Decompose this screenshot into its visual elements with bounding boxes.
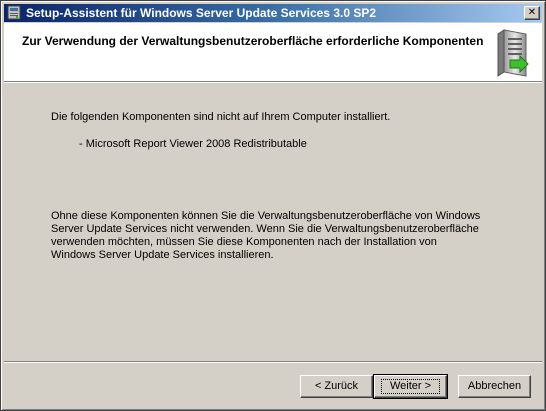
warning-text: Ohne diese Komponenten können Sie die Ve… [51, 210, 481, 261]
setup-wizard-window: Setup-Assistent für Windows Server Updat… [0, 0, 546, 411]
cancel-button[interactable]: Abbrechen [458, 375, 531, 398]
setup-app-icon [7, 5, 21, 20]
next-button-label: Weiter > [380, 379, 441, 394]
title-bar[interactable]: Setup-Assistent für Windows Server Updat… [4, 4, 542, 22]
close-button[interactable]: ✕ [524, 6, 540, 20]
intro-text: Die folgenden Komponenten sind nicht auf… [51, 111, 391, 123]
missing-component-item: - Microsoft Report Viewer 2008 Redistrib… [79, 138, 307, 150]
close-icon: ✕ [527, 7, 537, 18]
page-title: Zur Verwendung der Verwaltungsbenutzerob… [22, 34, 484, 48]
next-button[interactable]: Weiter > [373, 374, 448, 399]
header-divider [4, 81, 542, 83]
back-button[interactable]: < Zurück [300, 375, 373, 398]
footer-divider [4, 361, 542, 363]
wizard-header: Zur Verwendung der Verwaltungsbenutzerob… [4, 23, 542, 81]
window-title: Setup-Assistent für Windows Server Updat… [26, 6, 377, 20]
server-update-icon [497, 29, 529, 77]
